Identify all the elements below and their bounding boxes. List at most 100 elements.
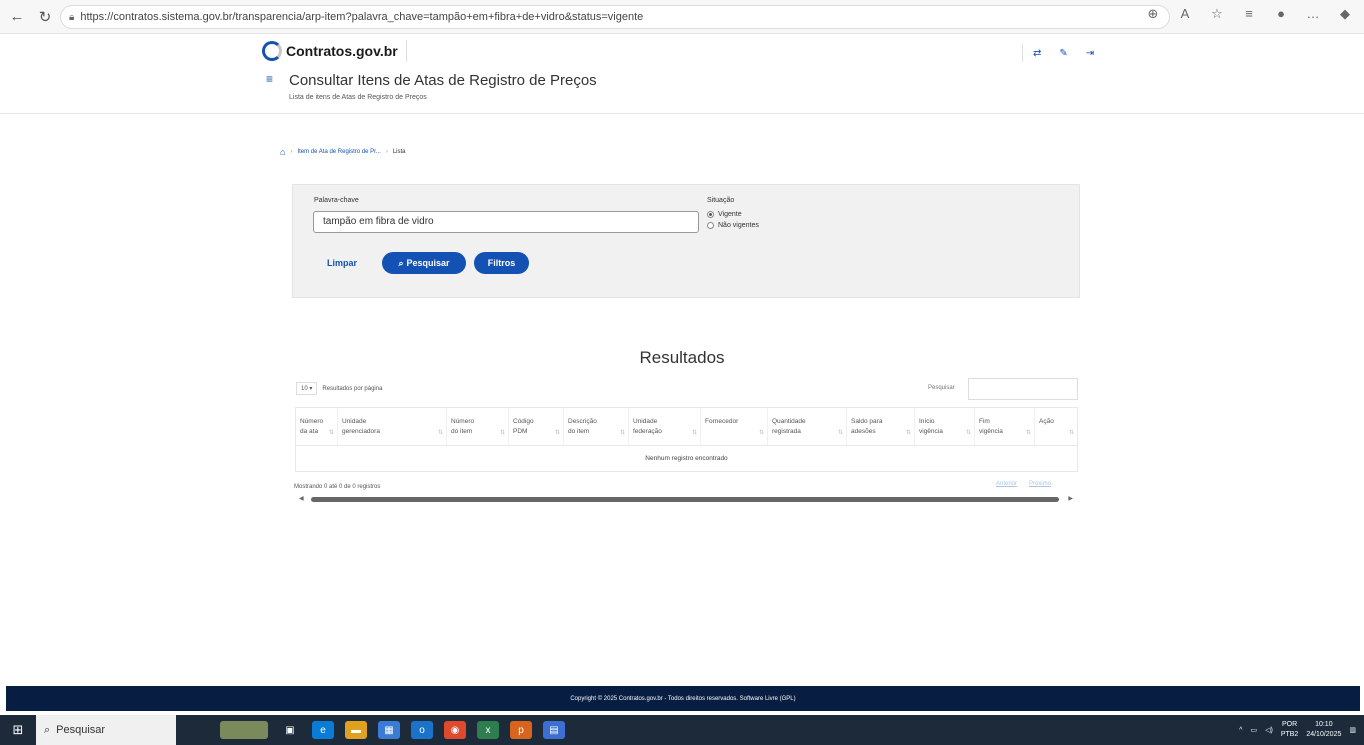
zoom-icon[interactable]: ⊕	[1144, 6, 1162, 22]
sort-icon: ⇅	[554, 430, 560, 436]
next-link[interactable]: Próximo	[1029, 481, 1051, 487]
radio-vigente[interactable]: Vigente	[707, 211, 742, 218]
column-header[interactable]: Unidade gerenciadora ⇅	[338, 408, 447, 445]
sort-icon: ⇅	[499, 430, 505, 436]
menu-icon[interactable]: ≡	[266, 72, 273, 86]
back-icon[interactable]: ←	[6, 6, 28, 28]
column-header[interactable]: Descrição do item ⇅	[564, 408, 629, 445]
showing-info: Mostrando 0 até 0 de 0 registros	[294, 484, 381, 490]
file-explorer-icon[interactable]: ▬	[345, 721, 367, 739]
calendar-icon[interactable]: ▤	[543, 721, 565, 739]
results-table: Número da ata ⇅ Unidade gerenciadora ⇅ Númer…	[295, 407, 1078, 472]
store-icon[interactable]: ▦	[378, 721, 400, 739]
chevron-up-icon[interactable]: ^	[1239, 727, 1242, 734]
header-icons: ⇄ ✎ ⇥	[1022, 44, 1094, 62]
favorites-list-icon[interactable]: ≡	[1240, 6, 1258, 22]
chevron-right-icon: ›	[290, 149, 293, 155]
sort-icon: ⇅	[619, 430, 625, 436]
logo-icon	[262, 41, 282, 61]
table-search-input[interactable]	[968, 378, 1078, 400]
system-tray: ^ ▭ ◁) POR PTB2 10:10 24/10/2025 ▥	[1239, 715, 1356, 745]
page-title: Consultar Itens de Atas de Registro de P…	[289, 72, 597, 89]
column-header[interactable]: Saldo para adesões ⇅	[847, 408, 915, 445]
swap-icon[interactable]: ⇄	[1033, 48, 1041, 59]
logout-icon[interactable]: ⇥	[1086, 48, 1094, 59]
search-icon: ⌕	[44, 723, 51, 736]
favorite-icon[interactable]: ☆	[1208, 6, 1226, 22]
horizontal-scrollbar[interactable]: ◀ ▶	[297, 496, 1075, 504]
column-header[interactable]: Número da ata ⇅	[296, 408, 338, 445]
browser-toolbar: ← ↻ 🔒︎ https://contratos.sistema.gov.br/…	[0, 0, 1364, 34]
reload-icon[interactable]: ↻	[34, 6, 56, 28]
volume-icon[interactable]: ◁)	[1265, 726, 1273, 734]
copilot-icon[interactable]: ◆	[1336, 6, 1354, 22]
scroll-left-icon[interactable]: ◀	[299, 495, 304, 502]
notification-icon[interactable]: ▥	[1349, 726, 1356, 734]
column-header[interactable]: Código PDM ⇅	[509, 408, 564, 445]
network-icon[interactable]: ▭	[1250, 726, 1257, 734]
logo[interactable]: Contratos.gov.br	[262, 40, 407, 62]
search-button-label: Pesquisar	[406, 258, 450, 268]
key-icon[interactable]: ✎	[1059, 48, 1067, 59]
outlook-icon[interactable]: o	[411, 721, 433, 739]
lock-icon: 🔒︎	[69, 11, 75, 23]
sort-icon: ⇅	[1068, 430, 1074, 436]
keyword-input[interactable]: tampão em fibra de vidro	[313, 211, 699, 233]
sort-icon: ⇅	[691, 430, 697, 436]
edge-icon[interactable]: e	[312, 721, 334, 739]
sort-icon: ⇅	[437, 430, 443, 436]
search-button[interactable]: ⌕ Pesquisar	[382, 252, 466, 274]
search-icon: ⌕	[398, 257, 404, 268]
excel-icon[interactable]: x	[477, 721, 499, 739]
profile-icon[interactable]: ●	[1272, 6, 1290, 22]
previous-link[interactable]: Anterior	[996, 481, 1017, 487]
home-icon[interactable]: ⌂	[280, 147, 285, 157]
breadcrumb-current: Lista	[392, 149, 406, 155]
read-aloud-icon[interactable]: A	[1176, 6, 1194, 22]
radio-nao-vigentes[interactable]: Não vigentes	[707, 222, 759, 229]
per-page-select[interactable]: 10 ▾	[296, 382, 318, 395]
per-page: 10 ▾ Resultados por página	[296, 382, 382, 395]
widgets-icon[interactable]	[220, 721, 268, 739]
radio-unchecked-icon	[707, 222, 714, 229]
browser-actions: ⊕ A ☆ ≡ ● … ◆	[1144, 6, 1354, 22]
column-header[interactable]: Quantidade registrada ⇅	[768, 408, 847, 445]
sort-icon: ⇅	[328, 430, 334, 436]
chevron-right-icon: ›	[385, 149, 388, 155]
sort-icon: ⇅	[1025, 430, 1031, 436]
scroll-right-icon[interactable]: ▶	[1068, 495, 1073, 502]
powerpoint-icon[interactable]: p	[510, 721, 532, 739]
scrollbar-thumb[interactable]	[311, 497, 1059, 502]
filters-button[interactable]: Filtros	[474, 252, 529, 274]
column-header[interactable]: Início vigência ⇅	[915, 408, 975, 445]
windows-start-icon[interactable]: ⊞	[0, 722, 36, 738]
task-view-icon[interactable]: ▣	[279, 721, 301, 739]
footer-text: Copyright © 2025 Contratos.gov.br - Todo…	[570, 695, 796, 702]
sort-icon: ⇅	[905, 430, 911, 436]
breadcrumb-item[interactable]: Item de Ata de Registro de Pr...	[297, 149, 380, 155]
taskbar-search[interactable]: ⌕ Pesquisar	[36, 715, 176, 745]
column-header[interactable]: Número do item ⇅	[447, 408, 509, 445]
clear-button[interactable]: Limpar	[327, 258, 357, 268]
no-records-message: Nenhum registro encontrado	[645, 455, 728, 462]
taskbar-apps: ▣ e ▬ ▦ o ◉ x p ▤	[220, 721, 565, 739]
pagination: Anterior Próximo	[996, 481, 1051, 487]
taskbar: ⊞ ⌕ Pesquisar ▣ e ▬ ▦ o ◉ x p ▤ ^ ▭ ◁) P…	[0, 715, 1364, 745]
column-header[interactable]: Fim vigência ⇅	[975, 408, 1035, 445]
search-panel: Palavra-chave tampão em fibra de vidro S…	[292, 184, 1080, 298]
page-subtitle: Lista de itens de Atas de Registro de Pr…	[289, 94, 427, 101]
address-bar[interactable]: 🔒︎ https://contratos.sistema.gov.br/tran…	[60, 5, 1170, 29]
column-header[interactable]: Fornecedor ⇅	[701, 408, 768, 445]
sort-icon: ⇅	[758, 430, 764, 436]
taskbar-search-placeholder: Pesquisar	[56, 724, 106, 736]
language-indicator[interactable]: POR PTB2	[1281, 720, 1299, 740]
column-header[interactable]: Unidade federação ⇅	[629, 408, 701, 445]
column-header[interactable]: Ação ⇅	[1035, 408, 1077, 445]
clock[interactable]: 10:10 24/10/2025	[1306, 720, 1341, 740]
chrome-icon[interactable]: ◉	[444, 721, 466, 739]
more-icon[interactable]: …	[1304, 6, 1322, 22]
radio-checked-icon	[707, 211, 714, 218]
per-page-label: Resultados por página	[322, 385, 383, 392]
table-header: Número da ata ⇅ Unidade gerenciadora ⇅ Númer…	[296, 408, 1077, 446]
radio-vigente-label: Vigente	[718, 211, 742, 218]
